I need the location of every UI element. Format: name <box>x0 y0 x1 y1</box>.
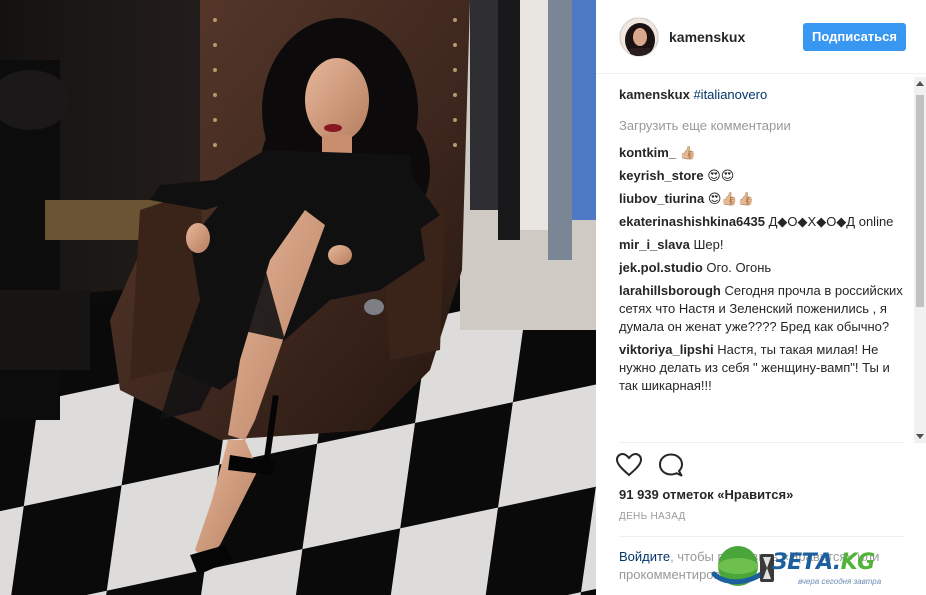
photo-illustration <box>0 0 596 595</box>
comment-username[interactable]: ekaterinashishkina6435 <box>619 214 765 229</box>
comment-text: 👍🏼 <box>679 145 696 160</box>
avatar[interactable] <box>619 17 659 57</box>
post-photo[interactable] <box>0 0 596 595</box>
comment-text: Ого. Огонь <box>706 260 772 275</box>
comment-username[interactable]: kontkim_ <box>619 145 676 160</box>
scrollbar-thumb[interactable] <box>916 95 924 307</box>
comment-text: 😍😍 <box>707 168 735 183</box>
post-timestamp: ДЕНЬ НАЗАД <box>619 511 686 522</box>
comment-row: ekaterinashishkina6435 Д◆О◆Х◆О◆Д online <box>619 213 904 231</box>
heart-icon[interactable] <box>615 452 643 478</box>
comment-row: keyrish_store 😍😍 <box>619 167 904 185</box>
likes-count[interactable]: 91 939 отметок «Нравится» <box>619 487 793 502</box>
watermark-logo: ЗЕТА.KG вчера сегодня завтра <box>706 540 926 595</box>
comment-row: larahillsborough Сегодня прочла в россий… <box>619 282 904 336</box>
avatar-image <box>620 18 658 56</box>
login-link[interactable]: Войдите <box>619 549 670 564</box>
comment-text: 😍👍🏼👍🏼 <box>707 191 754 206</box>
comment-username[interactable]: viktoriya_lipshi <box>619 342 714 357</box>
caption: kamenskux #italianovero <box>619 86 904 104</box>
post-header: kamenskux Подписаться <box>596 0 926 74</box>
comment-text: Шер! <box>693 237 724 252</box>
comment-row: liubov_tiurina 😍👍🏼👍🏼 <box>619 190 904 208</box>
arrow-down-icon[interactable] <box>914 429 926 443</box>
comments-list[interactable]: kamenskux #italianovero Загрузить еще ко… <box>619 86 904 442</box>
comment-row: mir_i_slava Шер! <box>619 236 904 254</box>
action-bar <box>615 452 735 478</box>
comment-text: Д◆О◆Х◆О◆Д online <box>768 214 894 229</box>
arrow-up-icon[interactable] <box>914 77 926 91</box>
comment-row: kontkim_ 👍🏼 <box>619 144 904 162</box>
watermark-word: ЗЕТА.KG <box>772 550 875 575</box>
caption-hashtag[interactable]: #italianovero <box>693 87 767 102</box>
globe-icon <box>711 546 774 586</box>
divider <box>619 536 904 537</box>
watermark-tagline: вчера сегодня завтра <box>798 577 882 586</box>
comment-username[interactable]: keyrish_store <box>619 168 704 183</box>
comment-icon[interactable] <box>657 452 685 478</box>
comment-row: jek.pol.studio Ого. Огонь <box>619 259 904 277</box>
comment-row: viktoriya_lipshi Настя, ты такая милая! … <box>619 341 904 395</box>
comment-username[interactable]: mir_i_slava <box>619 237 690 252</box>
follow-button[interactable]: Подписаться <box>803 23 906 51</box>
caption-username[interactable]: kamenskux <box>619 87 690 102</box>
load-more-comments-link[interactable]: Загрузить еще комментарии <box>619 117 904 135</box>
comment-username[interactable]: jek.pol.studio <box>619 260 703 275</box>
comment-username[interactable]: liubov_tiurina <box>619 191 704 206</box>
header-username[interactable]: kamenskux <box>669 29 745 45</box>
comments-scrollbar[interactable] <box>914 77 926 443</box>
divider <box>619 442 904 443</box>
comment-username[interactable]: larahillsborough <box>619 283 721 298</box>
